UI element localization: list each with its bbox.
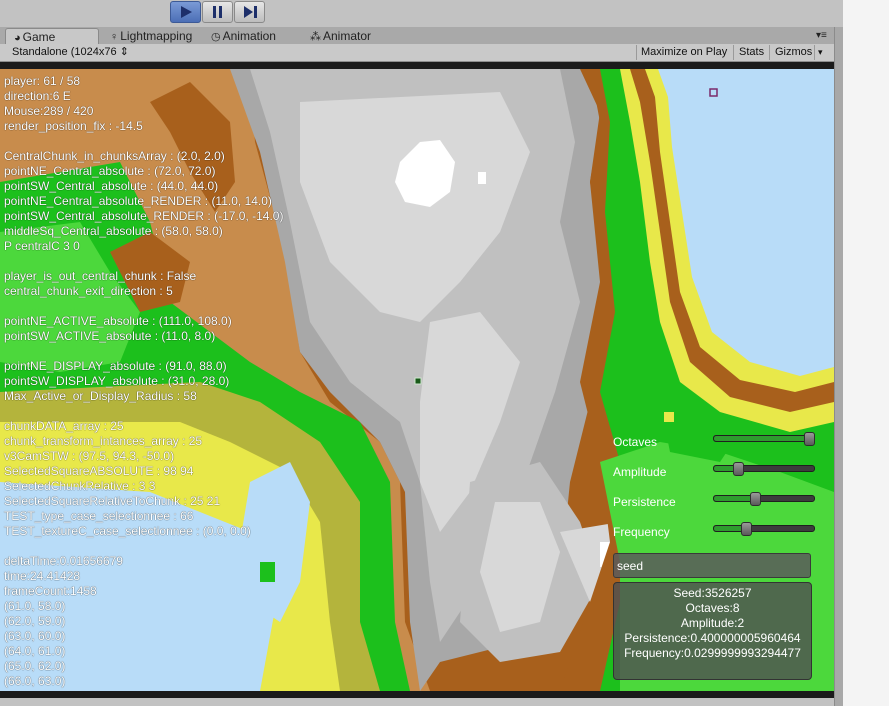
debug-line: SelectedSquareRelativeToChunk : 25 21 [4, 494, 221, 508]
tab-lightmapping[interactable]: ♀ Lightmapping [110, 28, 192, 44]
debug-line: CentralChunk_in_chunksArray : (2.0, 2.0) [4, 149, 225, 163]
bulb-icon: ♀ [110, 31, 119, 43]
debug-line: chunk_transform_intances_array : 25 [4, 434, 203, 448]
debug-line: (62.0, 59.0) [4, 614, 66, 628]
animator-icon: ⁂ [310, 31, 321, 43]
debug-line: Max_Active_or_Display_Radius : 58 [4, 389, 197, 403]
debug-line: pointSW_Central_absolute : (44.0, 44.0) [4, 179, 219, 193]
debug-line: TEST_type_case_selectionnee : 66 [4, 509, 194, 523]
tab-animator[interactable]: ⁂ Animator [310, 28, 371, 44]
persistence-slider-fill [714, 496, 755, 501]
persistence-readout: Persistence:0.400000005960464 [624, 631, 801, 645]
pause-icon [213, 6, 222, 18]
play-toolbar [0, 0, 889, 27]
resolution-label: Standalone (1024x76 [12, 46, 117, 58]
game-view-toolbar: Standalone (1024x76 ⇕ Maximize on Play S… [0, 44, 834, 62]
tab-game[interactable]: ◕ Game [5, 28, 99, 44]
debug-line: time:24.41428 [4, 569, 81, 583]
debug-line: (61.0, 58.0) [4, 599, 66, 613]
persistence-slider-thumb[interactable] [750, 492, 761, 506]
debug-line [4, 539, 324, 554]
frequency-label: Frequency [613, 525, 670, 539]
debug-line: (64.0, 61.0) [4, 644, 66, 658]
amplitude-slider[interactable] [713, 462, 815, 476]
play-icon [181, 6, 192, 18]
persistence-slider[interactable] [713, 492, 815, 506]
pause-button[interactable] [202, 1, 233, 23]
debug-line: frameCount:1458 [4, 584, 97, 598]
octaves-label: Octaves [613, 435, 658, 449]
tab-menu-icon[interactable]: ▾≡ [816, 28, 827, 44]
octaves-slider[interactable] [713, 432, 815, 446]
tab-label: Animation [222, 29, 276, 43]
debug-line: TEST_textureC_case_selectionnee : (0.0, … [4, 524, 251, 538]
step-button[interactable] [234, 1, 265, 23]
debug-line: player_is_out_central_chunk : False [4, 269, 197, 283]
seed-readout: Seed:3526257 [673, 586, 752, 600]
debug-line: SelectedChunkRelative : 3 3 [4, 479, 156, 493]
tab-label: Lightmapping [120, 29, 193, 43]
debug-line: Mouse:289 / 420 [4, 104, 94, 118]
window-background [843, 0, 889, 706]
play-button[interactable] [170, 1, 201, 23]
debug-line [4, 344, 324, 359]
debug-line: (63.0, 60.0) [4, 629, 66, 643]
octaves-readout: Octaves:8 [685, 601, 740, 615]
debug-line: pointNE_Central_absolute_RENDER : (11.0,… [4, 194, 272, 208]
maximize-on-play-button[interactable]: Maximize on Play [641, 44, 727, 61]
debug-text-panel: player: 61 / 58 direction:6 E Mouse:289 / … [4, 74, 324, 689]
frequency-readout: Frequency:0.0299999993294477 [624, 646, 801, 660]
octaves-slider-fill [714, 436, 809, 441]
debug-line: central_chunk_exit_direction : 5 [4, 284, 173, 298]
amplitude-slider-thumb[interactable] [733, 462, 744, 476]
octaves-slider-thumb[interactable] [804, 432, 815, 446]
debug-line: pointNE_Central_absolute : (72.0, 72.0) [4, 164, 216, 178]
debug-line: middleSq_Central_absolute : (58.0, 58.0) [4, 224, 223, 238]
debug-line: pointSW_Central_absolute_RENDER : (-17.0… [4, 209, 284, 223]
debug-line: v3CamSTW : (97.5, 94.3, -50.0) [4, 449, 175, 463]
debug-line: (66.0, 63.0) [4, 674, 66, 688]
stats-button[interactable]: Stats [739, 44, 764, 61]
debug-line: deltaTime:0.01656679 [4, 554, 123, 568]
debug-line [4, 404, 324, 419]
debug-line: pointSW_DISPLAY_absolute : (31.0, 28.0) [4, 374, 230, 388]
debug-line: direction:6 E [4, 89, 71, 103]
updown-icon: ⇕ [119, 46, 129, 58]
debug-line: SelectedSquareABSOLUTE : 98 94 [4, 464, 194, 478]
gizmos-label: Gizmos [775, 46, 813, 58]
step-icon [244, 6, 257, 18]
seed-input[interactable]: seed [613, 553, 811, 578]
debug-line [4, 299, 324, 314]
bottom-edge [0, 698, 834, 706]
noise-info-box: Seed:3526257 Octaves:8 Amplitude:2 Persi… [613, 582, 812, 680]
amplitude-readout: Amplitude:2 [680, 616, 745, 630]
debug-line: pointNE_ACTIVE_absolute : (111.0, 108.0) [4, 314, 232, 328]
persistence-label: Persistence [613, 495, 676, 509]
clock-icon: ◷ [211, 31, 221, 43]
debug-line: (65.0, 62.0) [4, 659, 66, 673]
amplitude-label: Amplitude [613, 465, 667, 479]
debug-line: chunkDATA_array : 25 [4, 419, 124, 433]
debug-line: P centralC 3 0 [4, 239, 80, 253]
game-icon: ◕ [14, 32, 21, 44]
debug-line: render_position_fix : -14.5 [4, 119, 143, 133]
debug-line: player: 61 / 58 [4, 74, 81, 88]
tab-animation[interactable]: ◷ Animation [211, 28, 276, 44]
debug-line: pointSW_ACTIVE_absolute : (11.0, 8.0) [4, 329, 216, 343]
gizmos-dropdown[interactable]: Gizmos [775, 44, 812, 61]
tab-label: Game [22, 30, 56, 44]
frequency-slider-thumb[interactable] [741, 522, 752, 536]
gizmos-arrow-icon[interactable]: ▾ [818, 44, 823, 61]
debug-line [4, 254, 324, 269]
tab-bar: ◕ Game ♀ Lightmapping ◷ Animation ⁂ Animator… [0, 27, 834, 45]
game-viewport[interactable]: player: 61 / 58 direction:6 E Mouse:289 / … [0, 62, 834, 698]
resolution-dropdown[interactable]: Standalone (1024x76 ⇕ [12, 44, 129, 61]
tab-label: Animator [323, 29, 372, 43]
debug-line [4, 134, 324, 149]
frequency-slider[interactable] [713, 522, 815, 536]
debug-line: pointNE_DISPLAY_absolute : (91.0, 88.0) [4, 359, 227, 373]
